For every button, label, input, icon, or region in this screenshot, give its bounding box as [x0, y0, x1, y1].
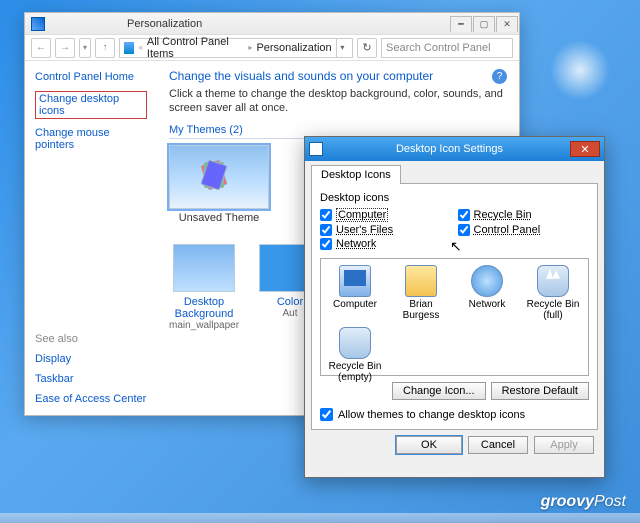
icon-item-recycle-bin-full[interactable]: Recycle Bin (full) — [525, 265, 581, 321]
icon-item-user[interactable]: Brian Burgess — [393, 265, 449, 321]
dialog-icon — [309, 142, 323, 156]
toolbar: ← → ▾ ↑ « All Control Panel Items ▸ Pers… — [25, 35, 519, 61]
checkbox-computer[interactable]: Computer — [320, 208, 452, 222]
checkbox-recycle-bin[interactable]: Recycle Bin — [458, 208, 590, 222]
icon-item-recycle-bin-empty[interactable]: Recycle Bin (empty) — [327, 327, 383, 383]
address-dropdown[interactable]: ▾ — [336, 38, 348, 58]
cancel-button[interactable]: Cancel — [468, 436, 528, 454]
apply-button[interactable]: Apply — [534, 436, 594, 454]
window-icon — [31, 17, 45, 31]
sidebar-ease-of-access[interactable]: Ease of Access Center — [35, 393, 147, 405]
help-icon[interactable]: ? — [492, 69, 507, 84]
search-input[interactable]: Search Control Panel — [381, 38, 513, 58]
recycle-bin-full-icon — [537, 265, 569, 297]
page-heading: Change the visuals and sounds on your co… — [169, 69, 507, 83]
desktop-icon-settings-dialog: Desktop Icon Settings ✕ Desktop Icons De… — [304, 136, 605, 478]
breadcrumb-leaf[interactable]: Personalization — [256, 42, 331, 54]
refresh-button[interactable]: ↻ — [357, 38, 377, 58]
sidebar-taskbar[interactable]: Taskbar — [35, 373, 147, 385]
watermark: groovygroovyPostPost — [541, 493, 626, 511]
change-icon-button[interactable]: Change Icon... — [392, 382, 486, 400]
titlebar[interactable]: Personalization — [25, 13, 519, 35]
restore-default-button[interactable]: Restore Default — [491, 382, 589, 400]
window-title: Personalization — [127, 18, 202, 30]
sidebar-change-desktop-icons[interactable]: Change desktop icons — [35, 91, 147, 119]
user-folder-icon — [405, 265, 437, 297]
tile-sub: main_wallpaper — [169, 320, 239, 331]
icon-item-computer[interactable]: Computer — [327, 265, 383, 321]
history-dropdown[interactable]: ▾ — [79, 38, 91, 58]
sidebar-change-mouse-pointers[interactable]: Change mouse pointers — [35, 127, 147, 151]
tile-desktop-background[interactable]: Desktop Background main_wallpaper — [169, 244, 239, 331]
recycle-bin-empty-icon — [339, 327, 371, 359]
back-button[interactable]: ← — [31, 38, 51, 58]
dialog-titlebar[interactable]: Desktop Icon Settings ✕ — [305, 137, 604, 161]
tab-page: Desktop icons Computer Recycle Bin User'… — [311, 183, 598, 430]
breadcrumb-root[interactable]: All Control Panel Items — [147, 36, 245, 60]
checkbox-users-files[interactable]: User's Files — [320, 224, 452, 236]
close-button[interactable] — [496, 16, 518, 32]
icon-preview-box: Computer Brian Burgess Network Recycle B… — [320, 258, 589, 376]
checkbox-allow-themes[interactable]: Allow themes to change desktop icons — [320, 408, 589, 421]
address-bar[interactable]: « All Control Panel Items ▸ Personalizat… — [119, 38, 353, 58]
theme-unsaved[interactable]: Unsaved Theme — [169, 145, 269, 224]
page-subheading: Click a theme to change the desktop back… — [169, 87, 507, 116]
taskbar[interactable] — [0, 513, 640, 523]
tile-label: Desktop Background — [169, 296, 239, 320]
tab-desktop-icons[interactable]: Desktop Icons — [311, 165, 401, 184]
sidebar: Control Panel Home Change desktop icons … — [25, 61, 157, 415]
see-also-label: See also — [35, 333, 147, 345]
breadcrumb-sep-icon: « — [138, 43, 142, 52]
control-panel-icon — [124, 42, 134, 54]
dialog-title: Desktop Icon Settings — [329, 143, 570, 155]
theme-label: Unsaved Theme — [169, 212, 269, 224]
desktop-icons-group-label: Desktop icons — [320, 192, 589, 204]
minimize-button[interactable] — [450, 16, 472, 32]
network-icon — [471, 265, 503, 297]
dialog-close-button[interactable]: ✕ — [570, 141, 600, 157]
maximize-button[interactable] — [473, 16, 495, 32]
icon-item-network[interactable]: Network — [459, 265, 515, 321]
chevron-right-icon: ▸ — [248, 43, 252, 52]
sidebar-display[interactable]: Display — [35, 353, 147, 365]
checkbox-control-panel[interactable]: Control Panel — [458, 224, 590, 236]
up-button[interactable]: ↑ — [95, 38, 115, 58]
computer-icon — [339, 265, 371, 297]
sidebar-home[interactable]: Control Panel Home — [35, 71, 147, 83]
forward-button[interactable]: → — [55, 38, 75, 58]
ok-button[interactable]: OK — [396, 436, 462, 454]
checkbox-network[interactable]: Network — [320, 238, 452, 250]
